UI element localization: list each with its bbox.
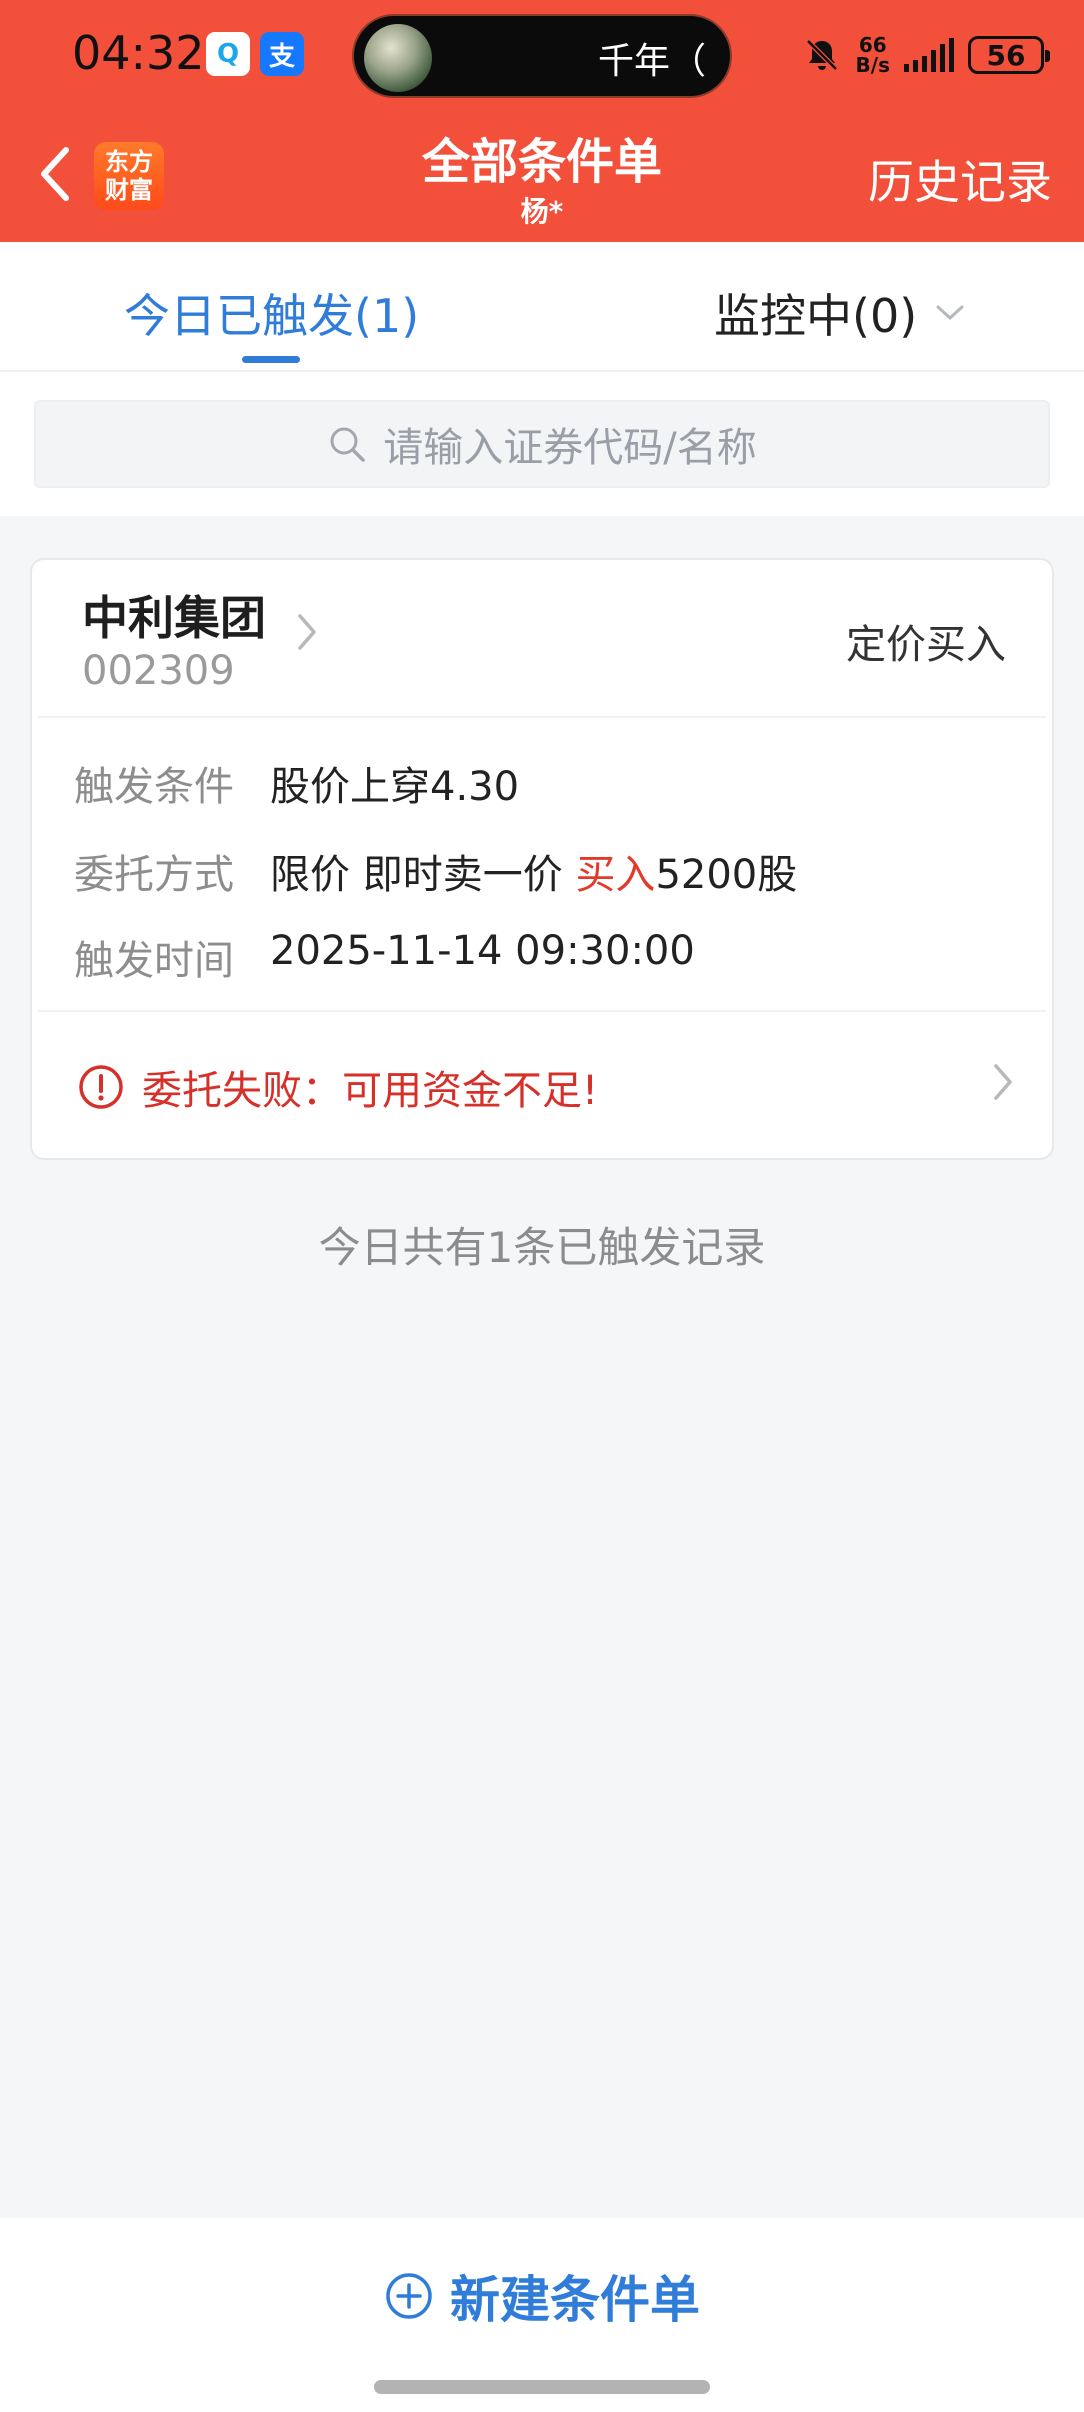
order-type: 定价买入	[846, 622, 1006, 668]
network-speed: 66 B/s	[855, 33, 890, 77]
signal-strength-icon	[904, 38, 954, 72]
stock-code: 002309	[82, 648, 235, 694]
failure-message: 委托失败：可用资金不足!	[142, 1068, 599, 1114]
search-icon	[330, 427, 365, 462]
status-icons: 66 B/s 56	[802, 30, 1050, 80]
tab-triggered-today[interactable]: 今日已触发(1)	[124, 280, 419, 346]
battery-icon: 56	[968, 36, 1050, 74]
top-bar: 04:32 Q 支 千年（ 66 B/s 56 东方 财富 全部条件单 杨* 历…	[0, 0, 1084, 242]
dynamic-island[interactable]: 千年（	[352, 14, 732, 98]
condition-order-card[interactable]: 中利集团 002309 定价买入 触发条件 股价上穿4.30 委托方式 限价 即…	[30, 558, 1054, 1160]
row-label: 触发条件	[74, 764, 234, 810]
row-value: 2025-11-14 09:30:00	[270, 928, 695, 974]
active-tab-indicator	[242, 356, 300, 363]
new-condition-order-button[interactable]: 新建条件单	[0, 2260, 1084, 2332]
new-order-label: 新建条件单	[450, 2271, 700, 2329]
trigger-condition-row: 触发条件 股价上穿4.30	[74, 754, 519, 812]
plus-circle-icon	[386, 2273, 432, 2319]
trigger-time-row: 触发时间 2025-11-14 09:30:00	[74, 928, 695, 986]
tab-monitoring[interactable]: 监控中(0)	[714, 280, 965, 346]
card-divider	[38, 716, 1046, 718]
stock-name[interactable]: 中利集团	[82, 582, 266, 648]
card-divider	[38, 1010, 1046, 1012]
chevron-right-icon[interactable]	[992, 1062, 1014, 1102]
search-placeholder: 请输入证券代码/名称	[383, 425, 757, 471]
row-value: 限价 即时卖一价 买入5200股	[270, 852, 798, 898]
chevron-right-icon[interactable]	[296, 612, 318, 652]
row-value: 股价上穿4.30	[270, 764, 520, 810]
triggered-summary: 今日共有1条已触发记录	[318, 1223, 766, 1272]
bell-muted-icon	[805, 39, 838, 71]
row-label: 触发时间	[74, 938, 234, 984]
home-indicator[interactable]	[374, 2380, 710, 2394]
media-title: 千年（	[598, 41, 707, 82]
tab-monitoring-label: 监控中(0)	[714, 289, 918, 343]
alipay-notification-icon: 支	[260, 32, 304, 76]
bottom-bar: 新建条件单	[0, 2218, 1084, 2412]
search-input[interactable]: 请输入证券代码/名称	[34, 400, 1050, 488]
status-time: 04:32	[72, 26, 205, 80]
tab-bar: 今日已触发(1) 监控中(0)	[0, 242, 1084, 372]
history-button[interactable]: 历史记录	[868, 146, 1052, 212]
buy-action-label: 买入	[575, 852, 656, 898]
search-section: 请输入证券代码/名称	[0, 372, 1084, 516]
qq-notification-icon: Q	[206, 32, 250, 76]
order-method-row: 委托方式 限价 即时卖一价 买入5200股	[74, 842, 797, 900]
row-label: 委托方式	[74, 852, 234, 898]
warning-icon	[79, 1065, 123, 1109]
media-thumbnail	[364, 24, 432, 92]
chevron-down-icon	[936, 305, 964, 321]
order-failure-notice[interactable]: 委托失败：可用资金不足!	[78, 1058, 598, 1116]
